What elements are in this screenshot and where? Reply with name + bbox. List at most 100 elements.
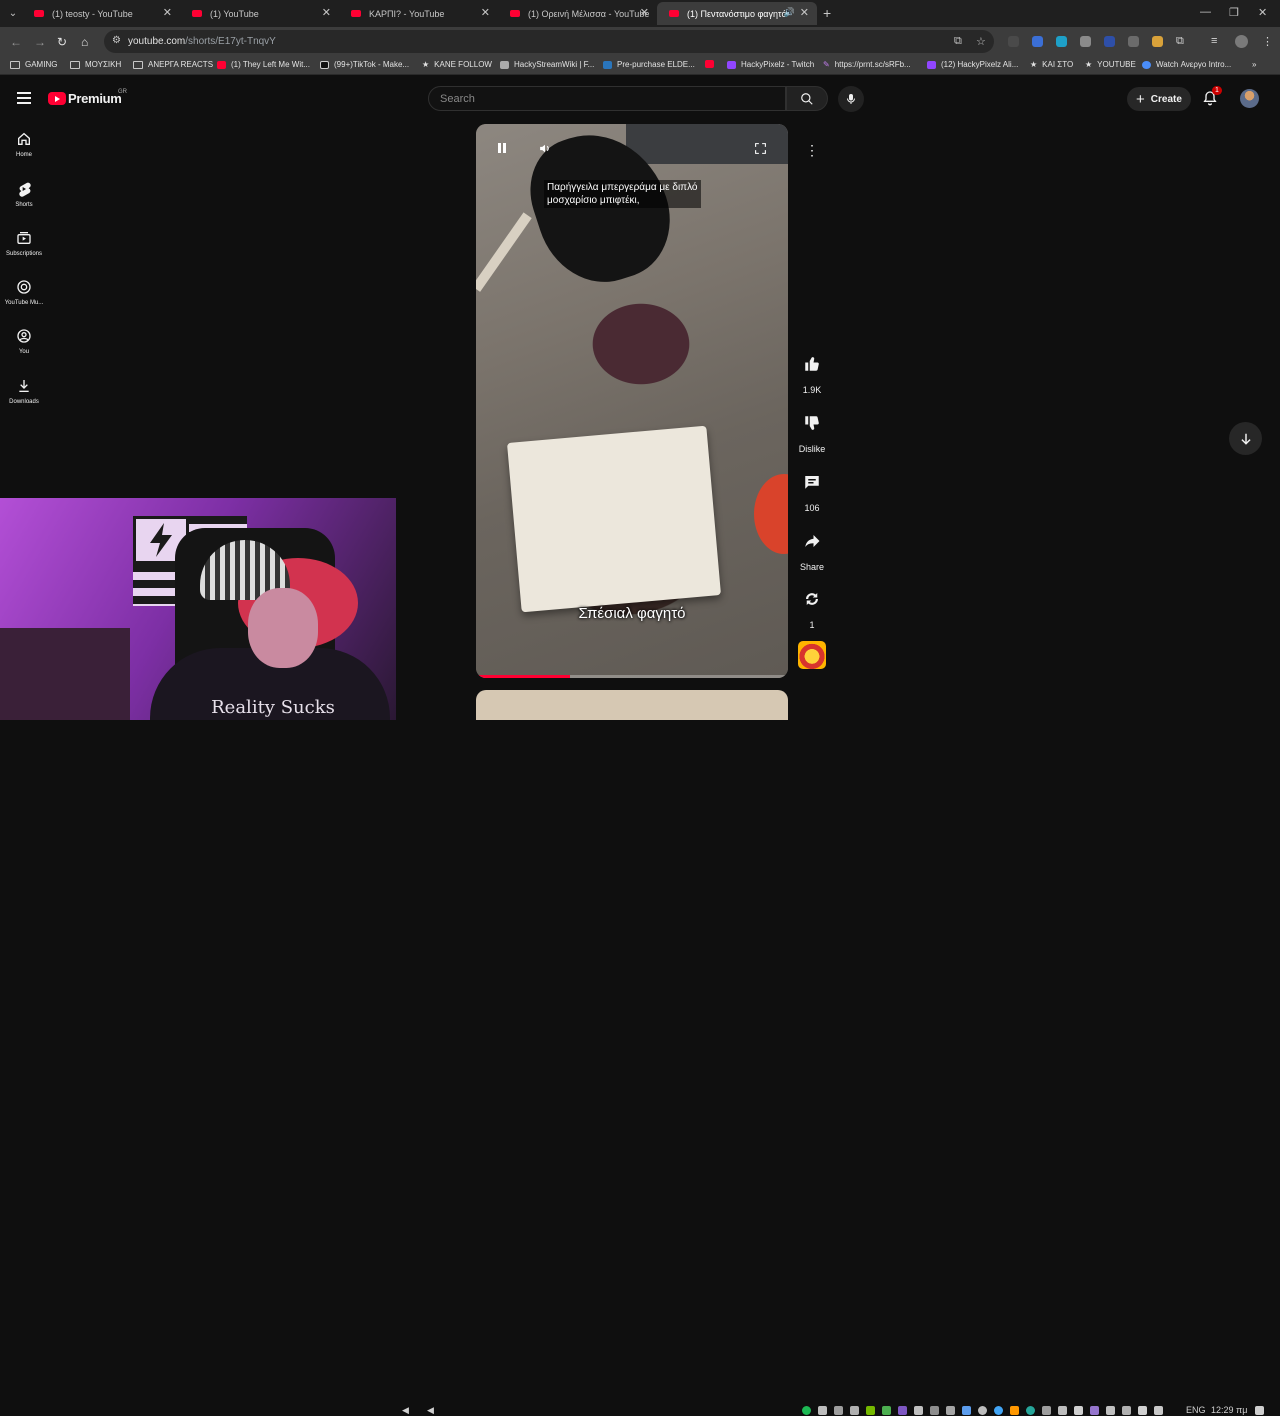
bookmark-folder[interactable]: ΑΝΕΡΓΑ REACTS	[133, 60, 213, 69]
tray-app-icon[interactable]	[1074, 1406, 1083, 1415]
address-bar[interactable]: ⚙ youtube.com/shorts/E17yt-TnqvY ⧉ ☆	[104, 30, 994, 53]
shorts-video-player[interactable]: Παρήγγειλα μπεργεράμα με διπλό μοσχαρίσι…	[476, 124, 788, 678]
pause-button[interactable]	[496, 142, 508, 157]
tray-app-icon[interactable]	[834, 1406, 843, 1415]
browser-tab-5-active[interactable]: (1) Πεντανόστιμο φαγητό 🔊 ✕	[657, 2, 817, 25]
clock[interactable]: 12:29 πμ	[1211, 1405, 1247, 1415]
tab-search-menu-icon[interactable]: ⌄	[6, 7, 20, 21]
create-button[interactable]: + Create	[1127, 87, 1191, 111]
more-options-icon[interactable]: ⋮	[801, 139, 823, 161]
bookmark-folder[interactable]: GAMING	[10, 60, 57, 69]
extension-icon[interactable]	[1152, 36, 1163, 47]
sidebar-item-youtube-music[interactable]: YouTube Mu...	[0, 279, 48, 306]
browser-tab-3[interactable]: ΚΑΡΠΙ? - YouTube ✕	[339, 2, 498, 25]
extension-icon[interactable]	[1128, 36, 1139, 47]
speaker-icon[interactable]: ◀	[402, 1405, 409, 1416]
tray-app-icon[interactable]	[1122, 1406, 1131, 1415]
sidebar-item-subscriptions[interactable]: Subscriptions	[0, 230, 48, 257]
tray-app-icon[interactable]	[1138, 1406, 1147, 1415]
tray-app-icon[interactable]	[978, 1406, 987, 1415]
tray-app-icon[interactable]	[1026, 1406, 1035, 1415]
tray-app-icon[interactable]	[994, 1406, 1003, 1415]
tab-audio-icon[interactable]: 🔊	[784, 7, 795, 18]
back-icon[interactable]: ←	[10, 35, 22, 49]
comments-button[interactable]: 106	[795, 473, 829, 513]
bookmark-link[interactable]	[705, 60, 719, 68]
close-window-icon[interactable]: ✕	[1258, 6, 1267, 19]
volume-button[interactable]	[538, 142, 552, 158]
bookmark-star-icon[interactable]: ☆	[976, 35, 986, 48]
tray-app-icon[interactable]	[914, 1406, 923, 1415]
bookmark-link[interactable]: HackyStreamWiki | F...	[500, 60, 594, 69]
dislike-button[interactable]: Dislike	[795, 414, 829, 454]
browser-tab-1[interactable]: (1) teosty - YouTube ✕	[22, 2, 180, 25]
tray-app-icon[interactable]	[850, 1406, 859, 1415]
search-button[interactable]	[786, 86, 828, 111]
bookmark-link[interactable]: ★ KANE FOLLOW	[422, 60, 492, 69]
extension-icon[interactable]	[1056, 36, 1067, 47]
menu-icon[interactable]	[17, 92, 31, 107]
bookmark-link[interactable]: Pre-purchase ELDE...	[603, 60, 695, 69]
tray-app-icon[interactable]	[1106, 1406, 1115, 1415]
sidebar-item-you[interactable]: You	[0, 328, 48, 355]
tab-close-icon[interactable]: ✕	[481, 6, 490, 19]
bookmark-link[interactable]: ✎ https://prnt.sc/sRFb...	[823, 60, 911, 69]
tab-close-icon[interactable]: ✕	[640, 6, 649, 19]
restore-window-icon[interactable]: ❐	[1229, 6, 1239, 19]
tray-app-icon[interactable]	[1090, 1406, 1099, 1415]
reload-icon[interactable]: ↻	[57, 35, 67, 49]
language-indicator[interactable]: ENG	[1186, 1405, 1206, 1415]
fullscreen-button[interactable]	[754, 142, 767, 158]
tray-app-icon[interactable]	[882, 1406, 891, 1415]
account-avatar[interactable]	[1240, 89, 1259, 108]
new-tab-button[interactable]: +	[823, 5, 831, 21]
tab-close-icon[interactable]: ✕	[163, 6, 172, 19]
voice-search-button[interactable]	[838, 86, 864, 112]
sidebar-item-home[interactable]: Home	[0, 131, 48, 158]
tray-app-icon[interactable]	[1154, 1406, 1163, 1415]
extension-icon[interactable]	[1008, 36, 1019, 47]
notifications-button[interactable]: 1	[1202, 86, 1222, 106]
sidebar-item-shorts[interactable]: Shorts	[0, 181, 48, 208]
nvidia-tray-icon[interactable]	[866, 1406, 875, 1415]
site-info-icon[interactable]: ⚙	[112, 35, 121, 46]
browser-tab-4[interactable]: (1) Ορεινή Μέλισσα - YouTube ✕	[498, 2, 657, 25]
install-app-icon[interactable]: ⧉	[954, 35, 962, 48]
tray-app-icon[interactable]	[1010, 1406, 1019, 1415]
extension-icon[interactable]	[1080, 36, 1091, 47]
extension-icon[interactable]	[1104, 36, 1115, 47]
tray-app-icon[interactable]	[962, 1406, 971, 1415]
tray-app-icon[interactable]	[1058, 1406, 1067, 1415]
tray-app-icon[interactable]	[1042, 1406, 1051, 1415]
speaker-icon[interactable]: ◀	[427, 1405, 434, 1416]
sidebar-item-downloads[interactable]: Downloads	[0, 378, 48, 405]
profile-avatar[interactable]	[1235, 35, 1248, 48]
search-input[interactable]	[429, 87, 769, 110]
bookmarks-overflow-icon[interactable]: »	[1252, 60, 1256, 69]
remix-button[interactable]: 1	[795, 590, 829, 630]
bookmark-link[interactable]: (99+)TikTok - Make...	[320, 60, 409, 69]
home-browser-icon[interactable]: ⌂	[81, 35, 88, 49]
extensions-puzzle-icon[interactable]: ⧉	[1176, 35, 1184, 48]
tray-app-icon[interactable]	[818, 1406, 827, 1415]
browser-menu-icon[interactable]: ⋮	[1262, 35, 1273, 48]
extension-icon[interactable]	[1032, 36, 1043, 47]
bookmark-link[interactable]: ★ ΚΑΙ ΣΤΟ	[1030, 60, 1073, 69]
bookmark-link[interactable]: ★ YOUTUBE	[1085, 60, 1136, 69]
video-progress-bar[interactable]	[476, 675, 788, 678]
bookmark-link[interactable]: (1) They Left Me Wit...	[217, 60, 310, 69]
like-button[interactable]: 1.9K	[795, 355, 829, 395]
bookmark-link[interactable]: HackyPixelz - Twitch	[727, 60, 814, 69]
minimize-window-icon[interactable]: —	[1200, 6, 1211, 18]
notification-center-icon[interactable]	[1255, 1406, 1264, 1415]
tray-app-icon[interactable]	[946, 1406, 955, 1415]
forward-icon[interactable]: →	[34, 35, 46, 49]
bookmark-folder[interactable]: ΜΟΥΣΙΚΗ	[70, 60, 121, 69]
bookmark-link[interactable]: (12) HackyPixelz Ali...	[927, 60, 1018, 69]
tray-app-icon[interactable]	[898, 1406, 907, 1415]
audio-track-thumbnail[interactable]	[798, 641, 826, 669]
address-url[interactable]: youtube.com/shorts/E17yt-TnqvY	[128, 36, 276, 47]
youtube-premium-logo[interactable]: Premium GR	[48, 89, 127, 106]
next-short-button[interactable]	[1229, 422, 1262, 455]
tab-close-icon[interactable]: ✕	[800, 6, 809, 19]
